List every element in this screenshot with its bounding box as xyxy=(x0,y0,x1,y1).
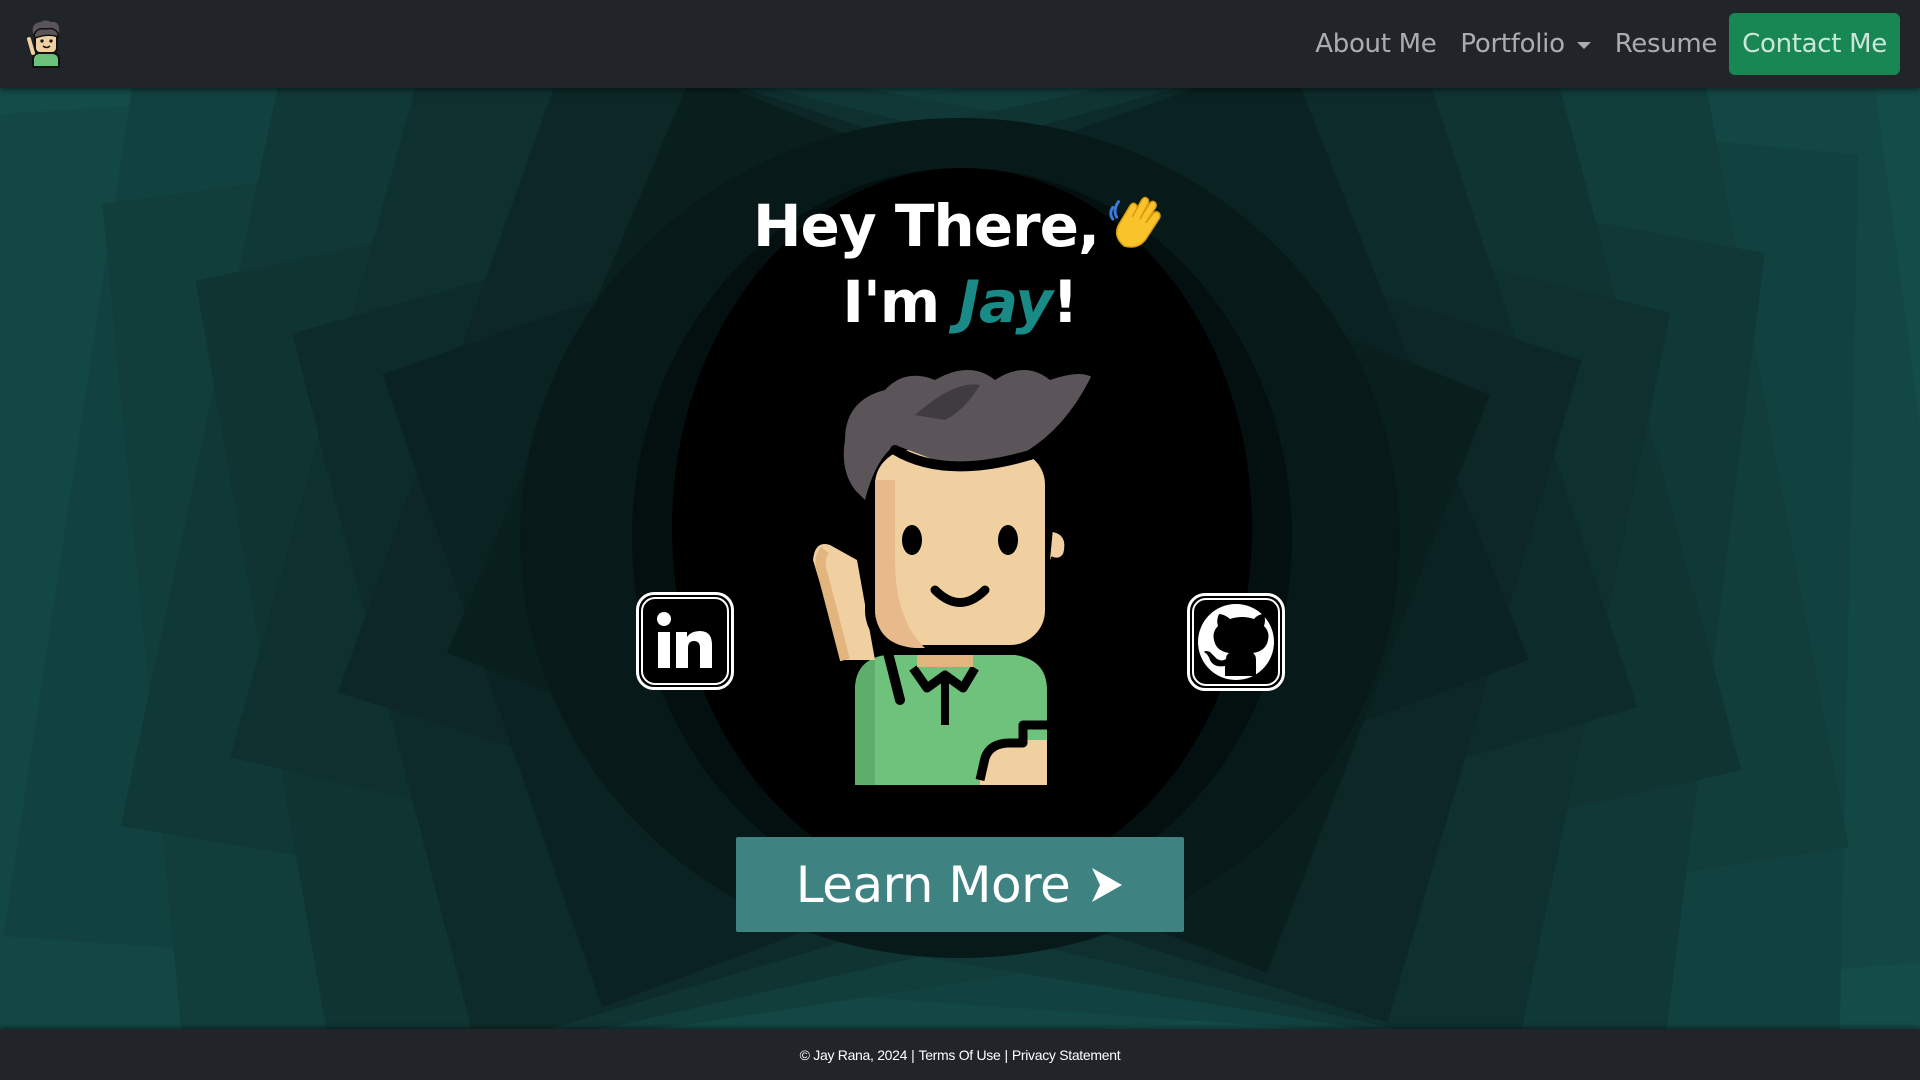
intro-line: I'm Jay! xyxy=(0,264,1920,340)
arrow-right-icon xyxy=(1092,867,1123,902)
brand-logo[interactable] xyxy=(22,15,68,73)
hero-name: Jay xyxy=(958,268,1053,336)
footer: © Jay Rana, 2024 | Terms Of Use | Privac… xyxy=(0,1029,1920,1080)
learn-more-label: Learn More xyxy=(795,855,1071,914)
nav-resume[interactable]: Resume xyxy=(1603,0,1729,88)
learn-more-button[interactable]: Learn More xyxy=(736,837,1184,932)
footer-separator: | xyxy=(911,1046,915,1063)
terms-of-use-link[interactable]: Terms Of Use xyxy=(919,1047,1001,1063)
greeting-line: Hey There, xyxy=(0,188,1920,264)
nav-about-me[interactable]: About Me xyxy=(1303,0,1448,88)
intro-prefix: I'm xyxy=(842,268,959,336)
footer-copyright: © Jay Rana, 2024 xyxy=(799,1046,908,1063)
greeting-text: Hey There, xyxy=(752,192,1100,260)
github-frame xyxy=(1192,598,1280,686)
waving-hand-icon xyxy=(1109,196,1161,248)
github-icon xyxy=(1198,604,1274,680)
linkedin-icon xyxy=(657,612,712,668)
linkedin-link[interactable] xyxy=(636,592,734,690)
intro-suffix: ! xyxy=(1052,268,1078,336)
hero-headline: Hey There, I'm Jay! xyxy=(0,188,1920,340)
nav-links: About Me Portfolio Resume Contact Me xyxy=(1303,0,1900,88)
nav-portfolio-label: Portfolio xyxy=(1460,29,1565,59)
github-link[interactable] xyxy=(1187,593,1285,691)
navbar: About Me Portfolio Resume Contact Me xyxy=(0,0,1920,88)
privacy-statement-link[interactable]: Privacy Statement xyxy=(1012,1047,1121,1063)
waving-man-avatar-icon xyxy=(813,370,1100,785)
footer-separator: | xyxy=(1004,1046,1008,1063)
avatar-logo-icon xyxy=(27,20,60,68)
chevron-down-icon xyxy=(1576,41,1591,49)
linkedin-frame xyxy=(641,597,729,685)
nav-portfolio-dropdown[interactable]: Portfolio xyxy=(1448,0,1602,88)
contact-me-button[interactable]: Contact Me xyxy=(1729,13,1900,75)
